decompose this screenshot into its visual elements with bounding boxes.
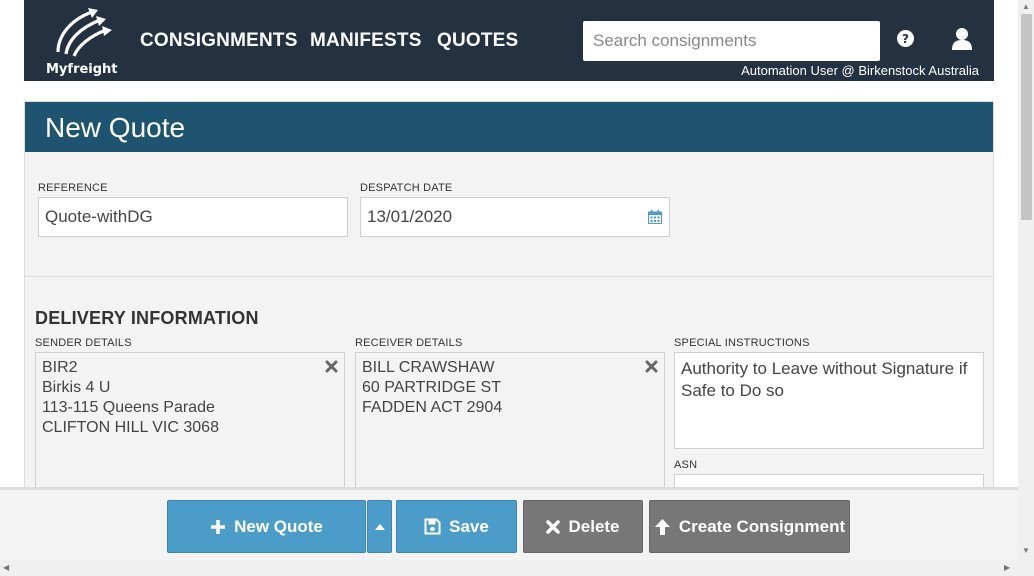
caret-up-icon [374,523,385,530]
special-instructions-label: SPECIAL INSTRUCTIONS [674,337,810,349]
delivery-section-title: DELIVERY INFORMATION [35,308,259,328]
horizontal-scrollbar[interactable]: ◀ ▶ [0,560,1034,576]
create-consignment-button[interactable]: Create Consignment [649,500,850,553]
new-quote-button[interactable]: New Quote [167,500,366,553]
scroll-up-arrow-icon[interactable]: ▲ [1022,2,1030,11]
despatch-date-field[interactable]: 13/01/2020 [360,197,670,237]
despatch-date-value: 13/01/2020 [367,207,453,226]
save-label: Save [449,516,489,536]
nav-manifests[interactable]: MANIFESTS [310,30,422,52]
reference-label: REFERENCE [38,182,108,194]
floppy-disk-icon [424,518,441,535]
sender-line: 113-115 Queens Parade [42,399,215,416]
clear-receiver-icon[interactable] [645,359,658,379]
delete-label: Delete [568,516,620,536]
brand-arrows-icon [56,8,112,57]
user-icon[interactable] [951,27,973,56]
scroll-right-arrow-icon[interactable]: ▶ [1004,563,1010,572]
page-header: New Quote [25,102,993,152]
asn-label: ASN [674,459,698,471]
page-title: New Quote [45,112,186,143]
brand-name: Myfreight [46,62,118,77]
save-button[interactable]: Save [396,500,517,553]
sender-details-label: SENDER DETAILS [35,337,132,349]
receiver-details-label: RECEIVER DETAILS [355,337,463,349]
despatch-date-label: DESPATCH DATE [360,182,453,194]
brand-logo[interactable]: Myfreight [44,6,124,77]
scroll-left-arrow-icon[interactable]: ◀ [3,563,9,572]
arrow-up-icon [654,518,670,535]
calendar-icon[interactable] [648,209,662,229]
special-instructions-value: Authority to Leave without Signature if … [681,359,968,400]
scroll-down-arrow-icon[interactable]: ▼ [1022,546,1030,555]
reference-value: Quote-withDG [45,207,153,226]
receiver-line: FADDEN ACT 2904 [362,399,503,416]
plus-icon [211,519,226,534]
quote-form-card: New Quote REFERENCE Quote-withDG DESPATC… [24,101,994,514]
sender-line: BIR2 [42,359,78,376]
current-user-text: Automation User @ Birkenstock Australia [741,63,979,78]
nav-consignments[interactable]: CONSIGNMENTS [140,30,298,52]
section-divider [25,276,993,277]
receiver-line: BILL CRAWSHAW [362,359,495,376]
search-input[interactable] [583,21,880,61]
x-icon [546,519,561,534]
action-bar: New Quote Save Delete Create Consignment [0,487,1018,560]
app-viewport: Myfreight CONSIGNMENTS MANIFESTS QUOTES … [0,0,1018,560]
help-icon[interactable]: ? [897,30,914,52]
new-quote-label: New Quote [234,516,323,536]
receiver-details-box[interactable]: BILL CRAWSHAW 60 PARTRIDGE ST FADDEN ACT… [355,352,665,502]
sender-line: CLIFTON HILL VIC 3068 [42,419,219,436]
clear-sender-icon[interactable] [325,359,338,379]
vertical-scroll-thumb[interactable] [1021,14,1032,220]
nav-quotes[interactable]: QUOTES [437,30,518,52]
sender-line: Birkis 4 U [42,379,111,396]
reference-field[interactable]: Quote-withDG [38,197,348,237]
svg-text:?: ? [902,32,909,46]
special-instructions-input[interactable]: Authority to Leave without Signature if … [674,352,984,449]
create-consignment-label: Create Consignment [678,516,846,536]
sender-details-box[interactable]: BIR2 Birkis 4 U 113-115 Queens Parade CL… [35,352,345,502]
new-quote-dropdown-button[interactable] [367,500,392,553]
top-navbar: Myfreight CONSIGNMENTS MANIFESTS QUOTES … [24,0,994,81]
delete-button[interactable]: Delete [523,500,643,553]
receiver-line: 60 PARTRIDGE ST [362,379,501,396]
